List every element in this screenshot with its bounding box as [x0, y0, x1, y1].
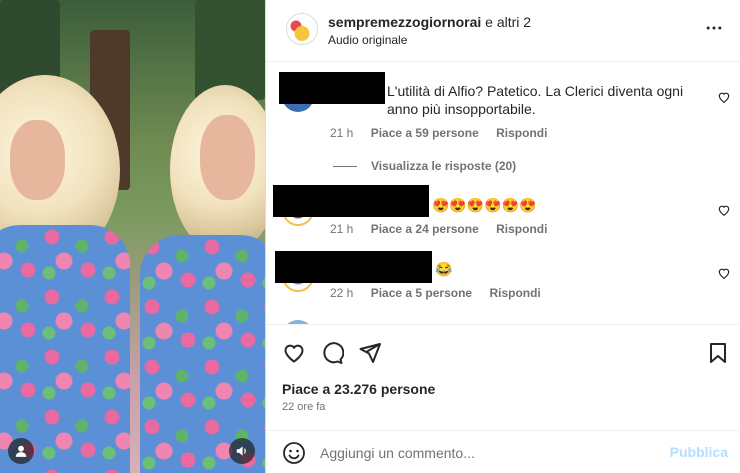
coauthors-label[interactable]: e altri 2 [485, 14, 531, 30]
redacted-username [279, 72, 385, 104]
heart-outline-icon[interactable] [717, 90, 731, 104]
comment-meta: 21 h Piace a 24 persone Rispondi [330, 222, 561, 236]
comment-text: 😂 [435, 261, 453, 277]
redacted-username [275, 251, 432, 283]
user-icon [15, 445, 27, 457]
heart-outline-icon [284, 344, 304, 363]
comment-likes[interactable]: Piace a 5 persone [371, 286, 472, 300]
publish-button[interactable]: Pubblica [670, 444, 728, 460]
tagged-users-button[interactable] [8, 438, 34, 464]
post-timestamp[interactable]: 22 ore fa [282, 401, 325, 413]
comment-text: L'utilità di Alfio? Patetico. La Clerici… [387, 83, 684, 117]
post-header: sempremezzogiornorai e altri 2 Audio ori… [266, 0, 740, 62]
view-replies-button[interactable]: Visualizza le risposte (20) [333, 159, 516, 173]
comments-list[interactable]: L'utilità di Alfio? Patetico. La Clerici… [266, 62, 740, 324]
mute-button[interactable] [229, 438, 255, 464]
comment-item: 😍😍😍😍😍😍 21 h Piace a 24 persone Rispondi [266, 182, 740, 248]
comment-meta: 21 h Piace a 59 persone Rispondi [330, 126, 561, 140]
emoji-smile-icon [283, 442, 305, 464]
person-right-face [200, 115, 255, 200]
audio-label[interactable]: Audio originale [328, 33, 407, 47]
comment-composer: Pubblica [266, 430, 740, 473]
person-right-shirt [140, 235, 265, 473]
comment-likes[interactable]: Piace a 24 persone [371, 222, 479, 236]
bookmark-icon [710, 343, 726, 363]
comment-time: 22 h [330, 286, 354, 300]
view-replies-label: Visualizza le risposte (20) [371, 159, 517, 173]
comment-item: 😂 22 h Piace a 5 persone Rispondi [266, 248, 740, 312]
comment-item-partial [266, 312, 740, 324]
author-username[interactable]: sempremezzogiornorai [328, 14, 481, 30]
post-video[interactable] [0, 0, 265, 473]
like-button[interactable] [282, 341, 306, 365]
more-options-button[interactable] [704, 18, 724, 38]
more-horizontal-icon [706, 26, 722, 30]
comment-time: 21 h [330, 126, 354, 140]
author-avatar[interactable] [286, 13, 318, 45]
comment-likes[interactable]: Piace a 59 persone [371, 126, 479, 140]
speaker-icon [236, 446, 246, 456]
reply-button[interactable]: Rispondi [496, 222, 547, 236]
post-likes-count[interactable]: Piace a 23.276 persone [282, 381, 435, 397]
comment-input[interactable] [320, 443, 660, 463]
redacted-username [273, 185, 429, 217]
post-actions: Piace a 23.276 persone 22 ore fa [266, 324, 740, 438]
share-button[interactable] [358, 341, 382, 365]
comment-item: L'utilità di Alfio? Patetico. La Clerici… [266, 62, 740, 182]
emoji-picker-button[interactable] [282, 441, 306, 465]
comment-bubble-icon [323, 342, 345, 364]
replies-line [333, 165, 357, 167]
heart-outline-icon[interactable] [717, 203, 731, 217]
comment-time: 21 h [330, 222, 354, 236]
reply-button[interactable]: Rispondi [489, 286, 540, 300]
post-authors[interactable]: sempremezzogiornorai e altri 2 [328, 14, 531, 30]
post-details-panel: sempremezzogiornorai e altri 2 Audio ori… [266, 0, 740, 473]
person-left-face [10, 120, 65, 200]
save-button[interactable] [706, 341, 730, 365]
comment-text: 😍😍😍😍😍😍 [432, 197, 537, 213]
heart-outline-icon[interactable] [717, 266, 731, 280]
comment-meta: 22 h Piace a 5 persone Rispondi [330, 286, 555, 300]
reply-button[interactable]: Rispondi [496, 126, 547, 140]
person-left-shirt [0, 225, 130, 473]
comment-button[interactable] [320, 341, 345, 365]
paper-plane-icon [359, 343, 381, 363]
